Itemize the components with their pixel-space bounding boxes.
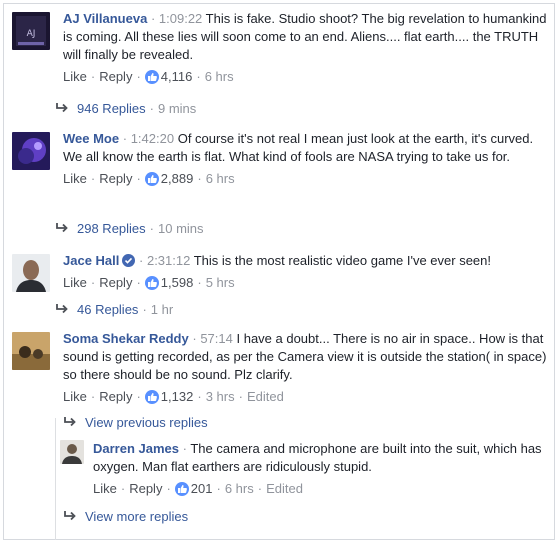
avatar[interactable] <box>12 132 50 170</box>
commenter-name[interactable]: Wee Moe <box>63 131 119 146</box>
edited-label[interactable]: Edited <box>266 480 303 498</box>
replies-count[interactable]: 46 Replies <box>77 301 138 319</box>
comment-age[interactable]: 3 hrs <box>206 388 235 406</box>
reply-comment: Darren James · The camera and microphone… <box>56 440 547 510</box>
view-more-replies[interactable]: View more replies <box>63 508 188 526</box>
like-link[interactable]: Like <box>93 480 117 498</box>
edited-label[interactable]: Edited <box>247 388 284 406</box>
reply-arrow-icon <box>63 414 77 432</box>
comment-text: This is the most realistic video game I'… <box>193 253 492 268</box>
reply-link[interactable]: Reply <box>99 68 132 86</box>
comment-actions: Like · Reply · 4,116 · 6 hrs <box>63 68 234 86</box>
video-timestamp[interactable]: 1:42:20 <box>131 131 174 146</box>
svg-text:AJ: AJ <box>27 29 36 39</box>
reply-arrow-icon <box>55 220 69 238</box>
reply-link[interactable]: Reply <box>99 170 132 188</box>
like-link[interactable]: Like <box>63 388 87 406</box>
like-link[interactable]: Like <box>63 170 87 188</box>
comment-age[interactable]: 5 hrs <box>206 274 235 292</box>
commenter-name[interactable]: Darren James <box>93 441 179 456</box>
commenter-name[interactable]: Soma Shekar Reddy <box>63 331 189 346</box>
avatar[interactable] <box>12 254 50 292</box>
avatar[interactable]: AJ <box>12 12 50 50</box>
comment-actions: Like · Reply · 2,889 · 6 hrs <box>63 170 235 188</box>
replies-link[interactable]: 298 Replies · 10 mins <box>55 220 204 238</box>
replies-count[interactable]: 298 Replies <box>77 220 146 238</box>
view-more-label[interactable]: View more replies <box>85 508 188 526</box>
like-count[interactable]: 1,598 <box>161 274 194 292</box>
reply-arrow-icon <box>55 301 69 319</box>
separator: · <box>150 11 156 26</box>
like-link[interactable]: Like <box>63 68 87 86</box>
comment-actions: Like · Reply · 1,132 · 3 hrs · Edited <box>63 388 284 406</box>
comment-age[interactable]: 6 hrs <box>225 480 254 498</box>
verified-badge-icon <box>122 254 136 267</box>
comment-age[interactable]: 6 hrs <box>205 68 234 86</box>
comment-actions: Like · Reply · 1,598 · 5 hrs <box>63 274 235 292</box>
comment-actions: Like · Reply · 201 · 6 hrs · Edited <box>93 480 303 498</box>
like-count[interactable]: 2,889 <box>161 170 194 188</box>
like-link[interactable]: Like <box>63 274 87 292</box>
like-thumb-icon <box>144 70 159 84</box>
view-previous-label[interactable]: View previous replies <box>85 414 208 432</box>
reply-arrow-icon <box>63 508 77 526</box>
commenter-name[interactable]: Jace Hall <box>63 253 119 268</box>
replies-age: 10 mins <box>158 221 204 236</box>
like-thumb-icon <box>144 172 159 186</box>
like-count[interactable]: 201 <box>191 480 213 498</box>
video-timestamp[interactable]: 1:09:22 <box>159 11 202 26</box>
like-count[interactable]: 4,116 <box>161 68 193 86</box>
view-previous-replies[interactable]: View previous replies <box>63 414 208 432</box>
avatar[interactable] <box>60 440 84 464</box>
commenter-name[interactable]: AJ Villanueva <box>63 11 147 26</box>
reply-arrow-icon <box>55 100 69 118</box>
replies-age: 9 mins <box>158 101 197 116</box>
comments-panel: AJ AJ Villanueva · 1:09:22 This is fake.… <box>3 3 555 540</box>
reply-link[interactable]: Reply <box>99 274 132 292</box>
video-timestamp[interactable]: 2:31:12 <box>147 253 190 268</box>
replies-link[interactable]: 946 Replies · 9 mins <box>55 100 196 118</box>
video-timestamp[interactable]: 57:14 <box>200 331 233 346</box>
replies-age: 1 hr <box>150 302 174 317</box>
comment-age[interactable]: 6 hrs <box>206 170 235 188</box>
replies-link[interactable]: 46 Replies · 1 hr <box>55 301 173 319</box>
replies-count[interactable]: 946 Replies <box>77 100 146 118</box>
like-count[interactable]: 1,132 <box>161 388 194 406</box>
like-thumb-icon <box>144 390 159 404</box>
reply-link[interactable]: Reply <box>129 480 162 498</box>
reply-link[interactable]: Reply <box>99 388 132 406</box>
like-thumb-icon <box>174 482 189 496</box>
like-thumb-icon <box>144 276 159 290</box>
avatar[interactable] <box>12 332 50 370</box>
